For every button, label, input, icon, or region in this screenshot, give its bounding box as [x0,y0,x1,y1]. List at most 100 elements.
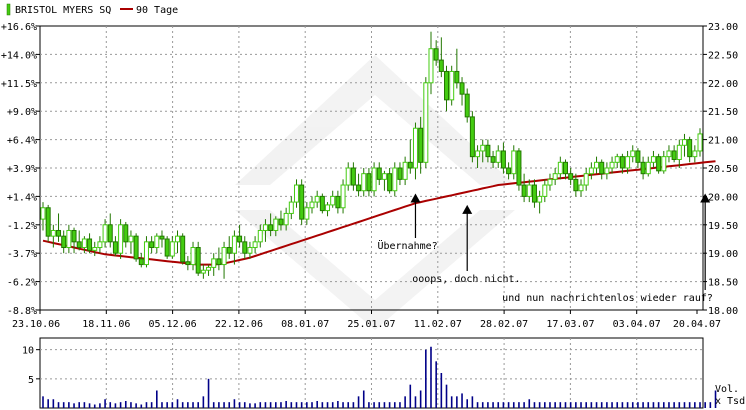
candle-body [428,48,434,84]
date-tick-label: 23.10.06 [12,319,60,330]
candle-body [376,167,382,180]
candle-body [511,150,517,175]
candle-body [102,224,108,243]
candle-body [76,241,82,249]
candle [687,136,693,163]
candle-body [175,235,181,243]
candle [226,236,232,259]
candle-body [123,224,129,243]
candle [681,133,687,157]
candle-body [640,161,646,175]
candle-body [521,184,527,197]
candle-body [81,238,87,249]
candle-body [345,167,351,186]
candle [190,241,196,271]
percent-tick-label: +1.4% [7,192,37,203]
candle-body [247,247,253,254]
candle [169,236,175,259]
candle [568,168,574,186]
candle [521,173,527,203]
candle [376,162,382,186]
annotation-arrow-head [462,204,473,214]
candle [459,77,465,106]
candle-body [366,173,372,192]
candle [180,233,186,265]
candle [387,168,393,194]
candle [516,148,522,191]
percent-tick-label: +11.5% [1,79,37,90]
candle [692,145,698,163]
candle-body [128,235,134,243]
candle [76,230,82,251]
candle-body [557,161,563,175]
candle [319,193,325,214]
candle-body [656,156,662,172]
candle-body [537,195,543,203]
candle-body [475,150,481,158]
candle-body [61,235,67,249]
candle [164,236,170,259]
candle-body [614,156,620,163]
candle-body [278,218,284,226]
candle-body [107,224,113,243]
candle-body [309,201,315,209]
candle-body [304,207,310,220]
price-tick-label: 19.50 [708,221,738,232]
percent-tick-label: -8.8% [7,306,37,317]
candle-body [578,184,584,192]
volume-label-line1: Vol. [715,384,739,395]
candle-body [599,161,605,175]
candle-body [619,156,625,169]
percent-tick-label: -3.7% [7,249,37,260]
candle [614,153,620,168]
candle-body [692,150,698,158]
candle-body [552,173,558,180]
price-tick-label: 18.50 [708,278,738,289]
candle-body [211,258,217,268]
price-tick-label: 18.00 [708,306,738,317]
annotation-text: Übernahme? [377,239,437,252]
candle-body [387,173,393,192]
candle-body [583,173,589,186]
candle-body [185,261,191,266]
candle [149,236,155,254]
candle-body [206,266,212,271]
candle-body [231,235,237,254]
candle-body [402,161,408,180]
candle [428,31,434,95]
candle [511,145,517,180]
candle [500,142,506,174]
candle-body [262,224,268,231]
candle-body [418,127,424,163]
candle-body [154,235,160,249]
candle-body [133,235,139,260]
candle [87,233,93,254]
candle-body [143,241,149,266]
candle [345,162,351,191]
candle-body [423,82,429,163]
annotation-text: und nun nachrichtenlos wieder rauf? [502,293,713,304]
candle-body [681,139,687,146]
candle-body [454,70,460,84]
candle-body [438,59,444,72]
candle [495,145,501,168]
candle [335,190,341,214]
candle-body [180,235,186,263]
date-tick-label: 18.11.06 [82,319,130,330]
candle-body [149,241,155,249]
candle-body [531,184,537,203]
candle [371,162,377,197]
candle-body [604,167,610,175]
candle [552,168,558,186]
candle-body [635,150,641,163]
date-tick-label: 17.03.07 [546,319,594,330]
candle-body [469,116,475,158]
candle [112,236,118,257]
candle [45,204,51,242]
candle [154,233,160,254]
candle-body [516,150,522,186]
candle-body [490,156,496,163]
date-tick-label: 22.12.06 [215,319,263,330]
candle-body [319,195,325,212]
candle-body [340,184,346,209]
